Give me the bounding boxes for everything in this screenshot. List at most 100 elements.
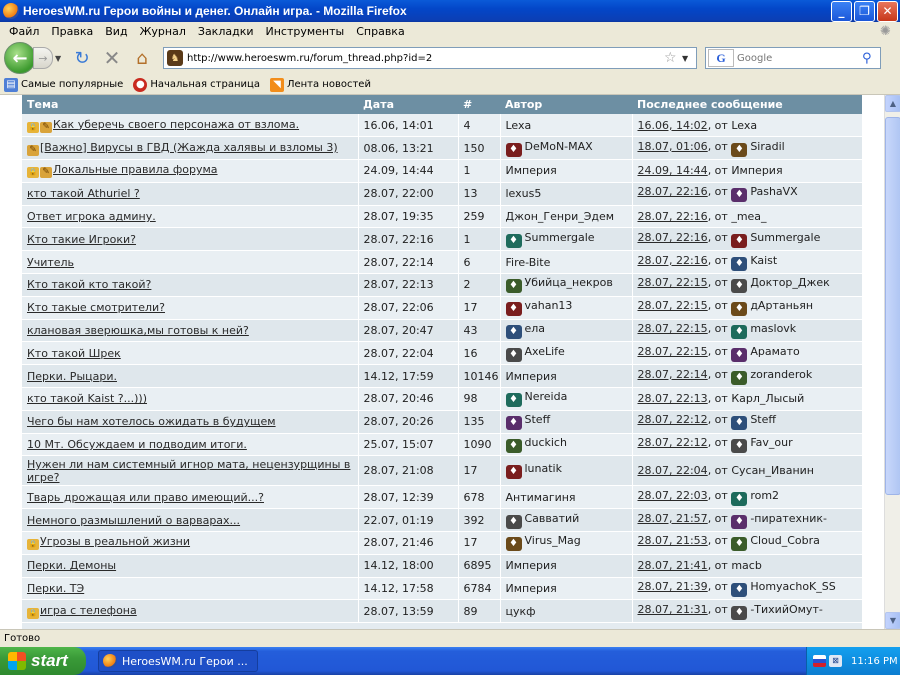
clan-emblem-icon[interactable]: ♦	[731, 256, 748, 271]
author-name[interactable]: DeMoN-MAX	[525, 140, 593, 153]
last-message-link[interactable]: 28.07, 22:12	[638, 413, 708, 426]
last-author-name[interactable]: -пиратехник-	[750, 512, 827, 525]
author-name[interactable]: Империя	[506, 370, 557, 383]
last-message-link[interactable]: 28.07, 22:15	[638, 276, 708, 289]
last-message-link[interactable]: 28.07, 22:15	[638, 322, 708, 335]
taskbar-item-firefox[interactable]: HeroesWM.ru Герои ...	[98, 650, 258, 672]
clan-emblem-icon[interactable]: ♦	[731, 142, 748, 157]
last-author-name[interactable]: Арамато	[750, 345, 799, 358]
topic-link[interactable]: Чего бы нам хотелось ожидать в будущем	[27, 415, 276, 428]
clan-emblem-icon[interactable]: ♦	[505, 279, 522, 294]
author-name[interactable]: Убийца_некров	[525, 276, 613, 289]
topic-link[interactable]: игра с телефона	[40, 604, 137, 617]
close-button[interactable]: ✕	[877, 0, 898, 22]
author-name[interactable]: Steff	[525, 413, 551, 426]
clan-emblem-icon[interactable]: ♦	[505, 439, 522, 454]
menu-file[interactable]: Файл	[3, 25, 45, 38]
scroll-down-icon[interactable]: ▼	[885, 612, 900, 629]
search-input[interactable]	[734, 52, 862, 64]
menu-tools[interactable]: Инструменты	[260, 25, 351, 38]
topic-link[interactable]: кто такой Athuriel ?	[27, 187, 140, 200]
author-name[interactable]: Lexa	[506, 119, 532, 132]
topic-link[interactable]: кто такой Kaist ?...)))	[27, 392, 147, 405]
author-name[interactable]: Fire-Bite	[506, 256, 551, 269]
topic-link[interactable]: Нужен ли нам системный игнор мата, нецен…	[27, 458, 350, 484]
bookmark-star-icon[interactable]: ☆	[664, 50, 682, 66]
clan-emblem-icon[interactable]: ♦	[505, 416, 522, 431]
clan-emblem-icon[interactable]: ♦	[731, 514, 748, 529]
author-name[interactable]: Summergale	[525, 231, 595, 244]
clan-emblem-icon[interactable]: ♦	[505, 302, 522, 317]
topic-link[interactable]: Учитель	[27, 256, 74, 269]
url-text[interactable]: http://www.heroeswm.ru/forum_thread.php?…	[187, 53, 664, 64]
author-name[interactable]: цукф	[506, 605, 536, 618]
clan-emblem-icon[interactable]: ♦	[731, 233, 748, 248]
author-name[interactable]: Империя	[506, 559, 557, 572]
last-author-name[interactable]: PashaVX	[750, 185, 797, 198]
clan-emblem-icon[interactable]: ♦	[731, 325, 748, 340]
topic-link[interactable]: Кто такой Шрек	[27, 347, 121, 360]
bookmark-news-feed[interactable]: ◥ Лента новостей	[269, 77, 371, 92]
last-message-link[interactable]: 16.06, 14:02	[638, 119, 708, 132]
topic-link[interactable]: Ответ игрока админу.	[27, 210, 156, 223]
topic-link[interactable]: Немного размышлений о варварах...	[27, 514, 240, 527]
last-message-link[interactable]: 28.07, 22:15	[638, 299, 708, 312]
clan-emblem-icon[interactable]: ♦	[505, 537, 522, 552]
author-name[interactable]: vahan13	[525, 299, 573, 312]
menu-view[interactable]: Вид	[99, 25, 133, 38]
last-message-link[interactable]: 28.07, 22:16	[638, 210, 708, 223]
home-icon[interactable]: ⌂	[129, 45, 155, 71]
last-message-link[interactable]: 28.07, 21:31	[638, 603, 708, 616]
last-author-name[interactable]: Империя	[731, 164, 782, 177]
clan-emblem-icon[interactable]: ♦	[505, 465, 522, 480]
menu-help[interactable]: Справка	[350, 25, 410, 38]
topic-link[interactable]: Локальные правила форума	[53, 163, 218, 176]
menu-bookmarks[interactable]: Закладки	[192, 25, 260, 38]
minimize-button[interactable]: _	[831, 0, 852, 22]
start-button[interactable]: start	[0, 647, 86, 675]
bookmark-getting-started[interactable]: ● Начальная страница	[133, 77, 260, 92]
last-author-name[interactable]: macb	[731, 559, 762, 572]
last-message-link[interactable]: 18.07, 01:06	[638, 140, 708, 153]
clan-emblem-icon[interactable]: ♦	[505, 514, 522, 529]
clan-emblem-icon[interactable]: ♦	[731, 370, 748, 385]
topic-link[interactable]: Перки. Демоны	[27, 559, 116, 572]
clan-emblem-icon[interactable]: ♦	[731, 416, 748, 431]
last-author-name[interactable]: Siradil	[750, 140, 784, 153]
scroll-up-icon[interactable]: ▲	[885, 95, 900, 112]
last-author-name[interactable]: maslovk	[750, 322, 796, 335]
url-bar[interactable]: ♞ http://www.heroeswm.ru/forum_thread.ph…	[163, 47, 697, 69]
last-author-name[interactable]: Сусан_Иванин	[731, 464, 814, 477]
last-message-link[interactable]: 28.07, 22:12	[638, 436, 708, 449]
clan-emblem-icon[interactable]: ♦	[731, 347, 748, 362]
last-author-name[interactable]: Fav_our	[750, 436, 792, 449]
topic-link[interactable]: Кто такой кто такой?	[27, 278, 151, 291]
last-message-link[interactable]: 28.07, 22:15	[638, 345, 708, 358]
last-message-link[interactable]: 28.07, 21:57	[638, 512, 708, 525]
last-author-name[interactable]: Summergale	[750, 231, 820, 244]
clan-emblem-icon[interactable]: ♦	[505, 347, 522, 362]
author-name[interactable]: lexus5	[506, 187, 542, 200]
topic-link[interactable]: Как уберечь своего персонажа от взлома.	[53, 118, 299, 131]
history-dropdown-icon[interactable]: ▼	[55, 54, 65, 63]
back-button[interactable]: ←	[4, 42, 36, 74]
author-name[interactable]: Империя	[506, 164, 557, 177]
last-message-link[interactable]: 28.07, 22:16	[638, 231, 708, 244]
last-author-name[interactable]: rom2	[750, 489, 779, 502]
scrollbar-thumb[interactable]	[885, 117, 900, 495]
topic-link[interactable]: [Важно] Вирусы в ГВД (Жажда халявы и взл…	[40, 141, 338, 154]
last-author-name[interactable]: Kaist	[750, 254, 777, 267]
bookmark-most-visited[interactable]: ▤ Самые популярные	[4, 77, 123, 92]
last-author-name[interactable]: _mea_	[731, 210, 766, 223]
maximize-button[interactable]: ❐	[854, 0, 875, 22]
clan-emblem-icon[interactable]: ♦	[731, 491, 748, 506]
clan-emblem-icon[interactable]: ♦	[731, 537, 748, 552]
last-message-link[interactable]: 28.07, 21:39	[638, 580, 708, 593]
clan-emblem-icon[interactable]: ♦	[731, 188, 748, 203]
last-message-link[interactable]: 28.07, 22:13	[638, 392, 708, 405]
clan-emblem-icon[interactable]: ♦	[505, 393, 522, 408]
author-name[interactable]: lunatik	[525, 462, 562, 475]
last-author-name[interactable]: Карл_Лысый	[731, 392, 804, 405]
author-name[interactable]: Джон_Генри_Эдем	[506, 210, 615, 223]
network-icon[interactable]: ⊠	[829, 655, 842, 667]
